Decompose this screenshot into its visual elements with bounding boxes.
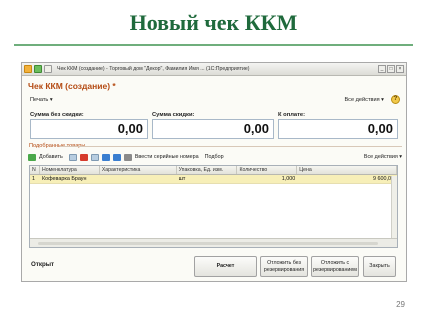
column-unit[interactable]: Упаковка, Ед. изм.	[177, 166, 238, 174]
goods-section-divider	[60, 146, 402, 147]
add-button[interactable]: Добавить	[39, 154, 63, 160]
status-text: Открыт	[31, 261, 55, 268]
close-window-button[interactable]: ×	[396, 65, 404, 73]
window-title: Чек ККМ (создание) - Торговый дом "Декор…	[57, 66, 250, 72]
defer-with-reserve-button[interactable]: Отложить с резервированием	[311, 256, 359, 277]
serial-numbers-button[interactable]: Ввести серийные номера	[135, 154, 199, 160]
slide-divider	[14, 44, 413, 46]
horizontal-scrollbar[interactable]	[30, 238, 397, 247]
pick-button[interactable]: Подбор	[205, 154, 224, 160]
row-unit[interactable]: шт	[177, 175, 238, 183]
column-n[interactable]: N	[30, 166, 40, 174]
move-down-icon[interactable]	[112, 153, 121, 161]
row-characteristic[interactable]	[100, 175, 177, 183]
app-menu-icon[interactable]	[24, 65, 32, 73]
sum-without-discount-field: 0,00	[30, 119, 148, 139]
scrollbar-thumb[interactable]	[38, 242, 378, 245]
to-pay-label: К оплате:	[278, 112, 306, 118]
edit-icon[interactable]	[90, 153, 99, 161]
discount-field: 0,00	[152, 119, 274, 139]
vertical-scrollbar[interactable]	[391, 176, 397, 240]
maximize-button[interactable]: □	[387, 65, 395, 73]
form-heading: Чек ККМ (создание) *	[28, 81, 116, 91]
all-actions-menu[interactable]: Все действия ▾	[344, 97, 384, 103]
help-icon[interactable]: ?	[391, 95, 400, 104]
row-price[interactable]: 9 600,00	[297, 175, 397, 183]
window-titlebar: Чек ККМ (создание) - Торговый дом "Декор…	[22, 63, 406, 76]
forward-icon[interactable]	[44, 65, 52, 73]
print-menu[interactable]: Печать ▾	[30, 97, 53, 103]
column-characteristic[interactable]: Характеристика	[100, 166, 177, 174]
to-pay-field: 0,00	[278, 119, 398, 139]
table-header: N Номенклатура Характеристика Упаковка, …	[30, 166, 397, 175]
discount-label: Сумма скидки:	[152, 112, 195, 118]
goods-toolbar: Добавить Ввести серийные номера Подбор В…	[28, 151, 402, 163]
goods-table: N Номенклатура Характеристика Упаковка, …	[29, 165, 398, 248]
defer-without-reserve-button[interactable]: Отложить без резервирования	[260, 256, 308, 277]
goods-all-actions-menu[interactable]: Все действия ▾	[364, 154, 402, 160]
serial-numbers-icon[interactable]	[123, 153, 132, 161]
row-quantity[interactable]: 1,000	[237, 175, 297, 183]
delete-icon[interactable]	[79, 153, 88, 161]
slide-page-number: 29	[396, 300, 405, 309]
minimize-button[interactable]: _	[378, 65, 386, 73]
column-price[interactable]: Цена	[297, 166, 397, 174]
column-item[interactable]: Номенклатура	[40, 166, 100, 174]
app-window: Чек ККМ (создание) - Торговый дом "Декор…	[21, 62, 407, 282]
row-number: 1	[32, 176, 35, 182]
back-icon[interactable]	[34, 65, 42, 73]
sum-without-discount-label: Сумма без скидки:	[30, 112, 84, 118]
calculate-button[interactable]: Расчет	[194, 256, 257, 277]
move-up-icon[interactable]	[101, 153, 110, 161]
slide-title: Новый чек ККМ	[129, 10, 298, 35]
column-quantity[interactable]: Количество	[237, 166, 298, 174]
add-icon[interactable]	[28, 153, 36, 161]
table-row[interactable]: 1 Кофеварка Браун шт 1,000 9 600,00	[30, 175, 397, 184]
copy-icon[interactable]	[68, 153, 77, 161]
close-button[interactable]: Закрыть	[363, 256, 396, 277]
row-item[interactable]: Кофеварка Браун	[40, 175, 100, 183]
